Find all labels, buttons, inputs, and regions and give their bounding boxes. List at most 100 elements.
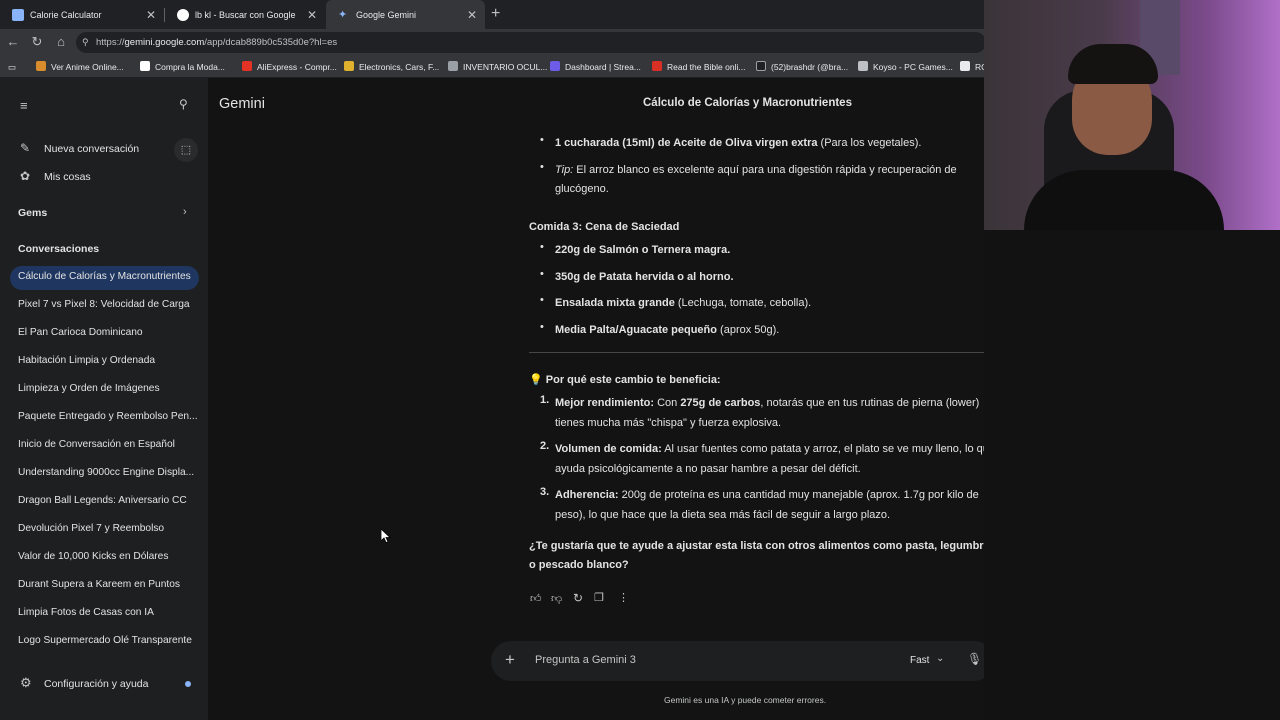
my-stuff-link[interactable]: Mis cosas xyxy=(44,171,91,183)
bullet-dot: • xyxy=(540,268,544,280)
bookmark-label: Read the Bible onli... xyxy=(667,62,746,72)
search-icon[interactable]: ⚲ xyxy=(179,97,188,111)
model-mode-selector[interactable]: Fast xyxy=(910,655,929,666)
conversation-item[interactable]: Inicio de Conversación en Español xyxy=(18,439,175,450)
new-tab-icon[interactable]: + xyxy=(491,5,500,23)
tab-google-search[interactable]: lb kl - Buscar con Google ✕ xyxy=(165,0,325,29)
benefit-text: Al usar fuentes como patata y arroz, el … xyxy=(661,443,996,455)
tip-text: El arroz blanco es excelente aquí para u… xyxy=(573,164,957,176)
back-icon[interactable]: ← xyxy=(3,33,23,51)
divider xyxy=(529,352,991,353)
bookmark-inventario[interactable]: INVENTARIO OCUL... xyxy=(448,56,547,78)
bullet-dot: • xyxy=(540,161,544,173)
gemini-brand[interactable]: Gemini xyxy=(219,96,265,112)
notification-dot xyxy=(185,681,191,687)
bookmark-label: Dashboard | Strea... xyxy=(565,62,641,72)
tab-google-gemini[interactable]: ✦ Google Gemini ✕ xyxy=(326,0,485,29)
conversation-item[interactable]: El Pan Carioca Dominicano xyxy=(18,327,143,338)
prompt-input-box[interactable]: + Pregunta a Gemini 3 Fast ⌄ 🎙︎ xyxy=(491,641,994,681)
conversation-item[interactable]: Dragon Ball Legends: Aniversario CC xyxy=(18,495,187,506)
tab-title: Calorie Calculator xyxy=(30,9,102,20)
conversation-item[interactable]: Habitación Limpia y Ordenada xyxy=(18,355,155,366)
benefit-2-line-1: Volumen de comida: Al usar fuentes como … xyxy=(555,440,995,460)
prompt-placeholder[interactable]: Pregunta a Gemini 3 xyxy=(535,654,636,666)
bullet-dot: • xyxy=(540,134,544,146)
benefit-3-line-2: peso), lo que hace que la dieta sea más … xyxy=(555,509,891,521)
right-dark-area xyxy=(984,230,1280,720)
benefit-text: 200g de proteína es una cantidad muy man… xyxy=(618,489,979,501)
address-bar[interactable]: ⚲ https://gemini.google.com/app/dcab889b… xyxy=(76,32,986,53)
regenerate-icon[interactable]: ↻ xyxy=(573,591,583,605)
conversation-item[interactable]: Pixel 7 vs Pixel 8: Velocidad de Carga xyxy=(18,299,190,310)
conversation-item[interactable]: Valor de 10,000 Kicks en Dólares xyxy=(18,551,168,562)
close-icon[interactable]: ✕ xyxy=(146,8,156,22)
microphone-icon[interactable]: 🎙︎ xyxy=(967,652,982,666)
more-options-icon[interactable]: ⋮ xyxy=(618,591,629,604)
site-info-icon[interactable]: ⚲ xyxy=(82,32,89,53)
close-icon[interactable]: ✕ xyxy=(467,8,477,22)
item-bold: 220g de Salmón o Ternera magra. xyxy=(555,244,731,256)
bookmark-favicon xyxy=(652,61,662,71)
conversation-item[interactable]: Durant Supera a Kareem en Puntos xyxy=(18,579,180,590)
bookmark-label: AliExpress - Compr... xyxy=(257,62,337,72)
gems-link[interactable]: Gems xyxy=(18,207,47,219)
bookmark-label: (52)brashdr (@bra... xyxy=(771,62,849,72)
bookmark-aliexpress[interactable]: AliExpress - Compr... xyxy=(242,56,337,78)
conversation-item[interactable]: Paquete Entregado y Reembolso Pen... xyxy=(18,411,198,422)
bookmark-favicon xyxy=(448,61,458,71)
mouse-cursor-icon xyxy=(381,529,391,543)
conversation-item[interactable]: Understanding 9000cc Engine Displa... xyxy=(18,467,194,478)
chevron-down-icon[interactable]: ⌄ xyxy=(936,653,944,664)
reload-icon[interactable]: ↻ xyxy=(27,33,47,51)
lightbulb-icon: 💡 xyxy=(529,374,543,386)
home-icon[interactable]: ⌂ xyxy=(51,33,71,51)
bookmark-anime[interactable]: Ver Anime Online... xyxy=(36,56,124,78)
url-path: /app/dcab889b0c535d0e?hl=es xyxy=(204,37,338,48)
benefit-bold: Adherencia: xyxy=(555,489,619,501)
calculator-icon xyxy=(12,8,24,21)
conversations-header: Conversaciones xyxy=(18,243,100,255)
settings-help-button[interactable]: Configuración y ayuda xyxy=(44,678,148,690)
conversation-item[interactable]: Logo Supermercado Olé Transparente xyxy=(18,635,192,646)
tab-title: Google Gemini xyxy=(356,9,417,20)
bookmark-shein[interactable]: Compra la Moda... xyxy=(140,56,225,78)
copy-icon[interactable]: ❐ xyxy=(594,591,604,604)
conversation-item[interactable]: Limpia Fotos de Casas con IA xyxy=(18,607,154,618)
thumbs-up-icon[interactable]: 👍︎ xyxy=(530,592,542,605)
item-rest: (Lechuga, tomate, cebolla). xyxy=(674,297,812,309)
bookmark-ebay[interactable]: Electronics, Cars, F... xyxy=(344,56,439,78)
bookmarks-menu-icon[interactable]: ▭ xyxy=(8,56,16,78)
benefit-3-line-1: Adherencia: 200g de proteína es una cant… xyxy=(555,486,979,506)
conversation-item[interactable]: Limpieza y Orden de Imágenes xyxy=(18,383,160,394)
bookmark-dashboard[interactable]: Dashboard | Strea... xyxy=(550,56,641,78)
new-chat-button[interactable]: Nueva conversación xyxy=(44,143,139,155)
follow-up-question-line-2: o pescado blanco? xyxy=(529,559,629,571)
bullet-dot: • xyxy=(540,241,544,253)
why-title: Por qué este cambio te beneficia: xyxy=(545,374,721,386)
oil-bold: 1 cucharada (15ml) de Aceite de Oliva vi… xyxy=(555,137,818,149)
bookmark-label: Compra la Moda... xyxy=(155,62,225,72)
meal3-item: 350g de Patata hervida o al horno. xyxy=(555,268,734,288)
list-number: 1. xyxy=(540,394,550,406)
chevron-right-icon[interactable]: › xyxy=(183,206,187,218)
tab-calorie-calculator[interactable]: Calorie Calculator ✕ xyxy=(0,0,164,29)
bookmark-bible[interactable]: Read the Bible onli... xyxy=(652,56,745,78)
item-bold: Ensalada mixta grande xyxy=(555,297,675,309)
conversation-item[interactable]: Devolución Pixel 7 y Reembolso xyxy=(18,523,164,534)
add-attachment-icon[interactable]: + xyxy=(505,650,515,670)
close-icon[interactable]: ✕ xyxy=(307,8,317,22)
temporary-chat-icon[interactable]: ⬚ xyxy=(174,138,198,162)
menu-icon[interactable]: ≡ xyxy=(20,98,28,113)
bookmark-label: Koyso - PC Games... xyxy=(873,62,953,72)
follow-up-question-line-1: ¿Te gustaría que te ayude a ajustar esta… xyxy=(529,540,996,552)
benefit-text: , notarás que en tus rutinas de pierna (… xyxy=(760,397,980,409)
person-shirt xyxy=(1024,170,1224,230)
sidebar: ≡ ⚲ ✎ Nueva conversación ⬚ ✿ Mis cosas G… xyxy=(0,78,208,720)
tip-label: Tip: xyxy=(555,164,574,176)
conversation-item[interactable]: Cálculo de Calorías y Macronutrientes xyxy=(18,271,191,282)
thumbs-down-icon[interactable]: 👎︎ xyxy=(551,592,562,605)
bookmark-koyso[interactable]: Koyso - PC Games... xyxy=(858,56,953,78)
bookmark-tiktok[interactable]: (52)brashdr (@bra... xyxy=(756,56,848,78)
bookmark-label: Electronics, Cars, F... xyxy=(359,62,440,72)
oil-item: 1 cucharada (15ml) de Aceite de Oliva vi… xyxy=(555,134,921,154)
